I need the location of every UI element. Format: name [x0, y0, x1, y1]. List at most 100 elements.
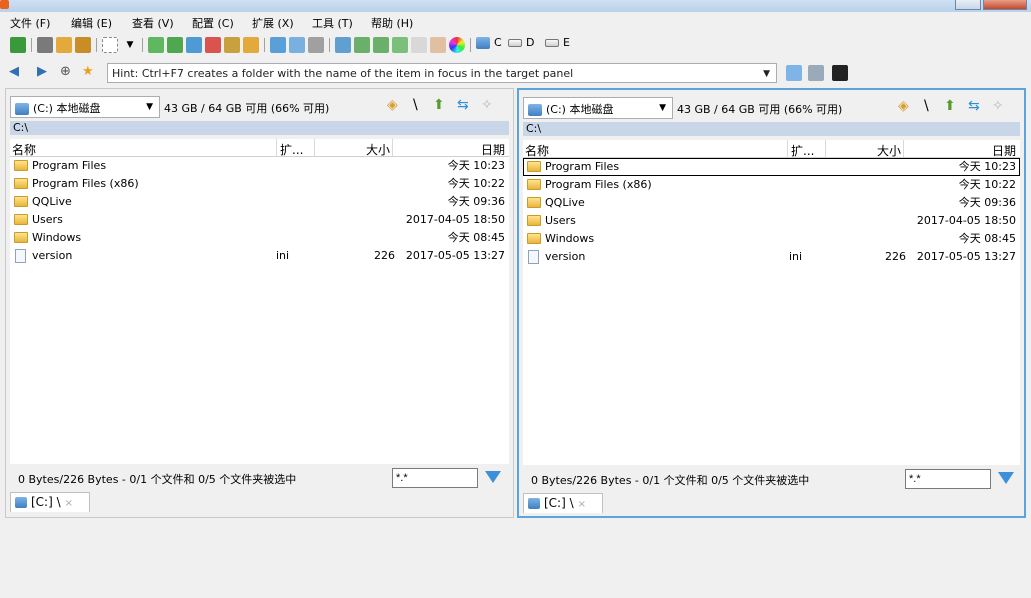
terminal-icon[interactable] [832, 65, 848, 81]
swap-icon[interactable]: ⇆ [457, 97, 469, 113]
tree-icon[interactable]: ◈ [387, 97, 398, 113]
copy-names-icon[interactable] [354, 37, 370, 53]
size-icon[interactable] [335, 37, 351, 53]
column-divider[interactable] [314, 139, 315, 156]
history-icon[interactable]: ⊕ [60, 65, 71, 79]
file-row[interactable]: Program Files 今天 10:23 [10, 157, 509, 175]
filter-input[interactable] [392, 468, 478, 488]
file-row[interactable]: Users 2017-04-05 18:50 [10, 211, 509, 229]
calculator-icon[interactable] [808, 65, 824, 81]
maximize-button[interactable] [955, 0, 981, 10]
compare-icon[interactable] [308, 37, 324, 53]
drive-select[interactable]: (C:) 本地磁盘 ▼ [10, 96, 160, 118]
file-row[interactable]: QQLive 今天 09:36 [10, 193, 509, 211]
chevron-down-icon[interactable]: ▼ [763, 69, 770, 79]
drive-button-e[interactable]: E [545, 36, 570, 49]
search-icon[interactable] [270, 37, 286, 53]
root-icon[interactable]: \ [924, 98, 929, 114]
tab-c-drive[interactable]: [C:] \ × [523, 493, 603, 513]
back-icon[interactable]: ◀ [9, 65, 19, 79]
column-divider[interactable] [825, 140, 826, 157]
drive-button-d[interactable]: D [508, 36, 534, 49]
selection-status: 0 Bytes/226 Bytes - 0/1 个文件和 0/5 个文件夹被选中 [18, 473, 297, 486]
filter-icon[interactable] [484, 469, 502, 485]
close-icon[interactable]: × [65, 498, 73, 509]
hint-bar[interactable]: Hint: Ctrl+F7 creates a folder with the … [107, 63, 777, 83]
filter-icon[interactable] [997, 470, 1015, 486]
drive-button-c[interactable]: C [476, 36, 502, 49]
column-date[interactable]: 日期 [481, 141, 505, 158]
notepad-icon[interactable] [786, 65, 802, 81]
cut-icon[interactable] [37, 37, 53, 53]
chevron-down-icon[interactable]: ▼ [122, 37, 138, 53]
move-file-icon[interactable] [186, 37, 202, 53]
path-bar[interactable]: C:\ [10, 121, 509, 135]
column-ext[interactable]: 扩... [280, 141, 303, 158]
color-icon[interactable] [449, 37, 465, 53]
paste-icon[interactable] [75, 37, 91, 53]
delete-file-icon[interactable] [205, 37, 221, 53]
favorites-star-icon[interactable]: ★ [82, 65, 94, 79]
up-icon[interactable]: ⬆ [944, 98, 956, 114]
properties-icon[interactable] [411, 37, 427, 53]
menu-tools[interactable]: 工具 (T) [312, 15, 353, 31]
menu-extensions[interactable]: 扩展 (X) [252, 15, 294, 31]
column-headers: 名称 扩... 大小 日期 [523, 140, 1020, 158]
column-date[interactable]: 日期 [992, 142, 1016, 159]
folder-icon[interactable] [243, 37, 259, 53]
sync-icon[interactable]: ✧ [481, 97, 493, 113]
copy-details-icon[interactable] [392, 37, 408, 53]
file-row[interactable]: version ini 226 2017-05-05 13:27 [10, 247, 509, 265]
root-icon[interactable]: \ [413, 97, 418, 113]
column-name[interactable]: 名称 [525, 142, 549, 159]
file-row[interactable]: Program Files (x86) 今天 10:22 [10, 175, 509, 193]
column-ext[interactable]: 扩... [791, 142, 814, 159]
select-icon[interactable] [102, 37, 118, 53]
drive-select[interactable]: (C:) 本地磁盘 ▼ [523, 97, 673, 119]
close-window-button[interactable] [983, 0, 1027, 10]
folder-icon [527, 215, 541, 226]
copy-paths-icon[interactable] [373, 37, 389, 53]
new-file-icon[interactable] [148, 37, 164, 53]
file-row[interactable]: Windows 今天 08:45 [523, 230, 1020, 248]
column-size[interactable]: 大小 [877, 142, 901, 159]
menu-view[interactable]: 查看 (V) [132, 15, 174, 31]
column-size[interactable]: 大小 [366, 141, 390, 158]
menu-help[interactable]: 帮助 (H) [371, 15, 413, 31]
file-row[interactable]: QQLive 今天 09:36 [523, 194, 1020, 212]
close-icon[interactable]: × [578, 499, 586, 510]
sync-icon[interactable]: ✧ [992, 98, 1004, 114]
edit-icon[interactable] [430, 37, 446, 53]
folder-icon [14, 232, 28, 243]
path-bar[interactable]: C:\ [523, 122, 1020, 136]
copy-file-icon[interactable] [167, 37, 183, 53]
file-row[interactable]: Program Files (x86) 今天 10:22 [523, 176, 1020, 194]
forward-icon[interactable]: ▶ [37, 65, 47, 79]
file-row[interactable]: Users 2017-04-05 18:50 [523, 212, 1020, 230]
column-divider[interactable] [903, 140, 904, 157]
rename-icon[interactable] [289, 37, 305, 53]
toolbar: ▼ C D E [0, 32, 1031, 58]
toolbar-separator [31, 38, 32, 52]
copy-icon[interactable] [56, 37, 72, 53]
swap-icon[interactable]: ⇆ [968, 98, 980, 114]
column-divider[interactable] [392, 139, 393, 156]
archive-icon[interactable] [224, 37, 240, 53]
filter-input[interactable] [905, 469, 991, 489]
column-name[interactable]: 名称 [12, 141, 36, 158]
tree-icon[interactable]: ◈ [898, 98, 909, 114]
file-row[interactable]: Program Files 今天 10:23 [523, 158, 1020, 176]
file-row[interactable]: version ini 226 2017-05-05 13:27 [523, 248, 1020, 266]
column-divider[interactable] [787, 140, 788, 157]
column-divider[interactable] [276, 139, 277, 156]
folder-icon [527, 197, 541, 208]
refresh-icon[interactable] [10, 37, 26, 53]
menu-config[interactable]: 配置 (C) [192, 15, 234, 31]
file-row[interactable]: Windows 今天 08:45 [10, 229, 509, 247]
menu-file[interactable]: 文件 (F) [10, 15, 50, 31]
menu-edit[interactable]: 编辑 (E) [71, 15, 112, 31]
status-bar: 0 Bytes/226 Bytes - 0/1 个文件和 0/5 个文件夹被选中 [523, 468, 1020, 490]
up-icon[interactable]: ⬆ [433, 97, 445, 113]
drive-icon [476, 37, 490, 49]
tab-c-drive[interactable]: [C:] \ × [10, 492, 90, 512]
